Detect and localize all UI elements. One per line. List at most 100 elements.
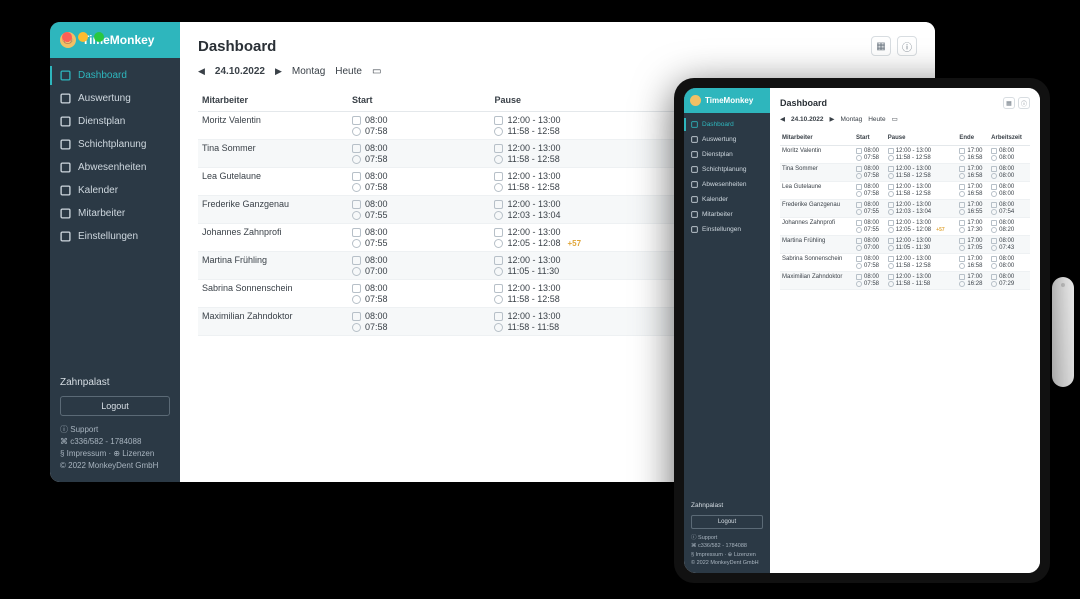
tablet-logout-button[interactable]: Logout bbox=[691, 515, 763, 529]
overtime-badge: +57 bbox=[567, 239, 581, 248]
date-display[interactable]: 24.10.2022 bbox=[215, 66, 265, 77]
tablet-help-button[interactable]: ⓘ bbox=[1018, 97, 1030, 109]
tablet-grid-button[interactable]: ▦ bbox=[1003, 97, 1015, 109]
sidebar-footer: Zahnpalast Logout ⓘ Support ⌘ c336/582 -… bbox=[50, 367, 180, 482]
plan-icon bbox=[352, 200, 361, 209]
employee-name: Martina Frühling bbox=[780, 236, 854, 254]
prev-day-button[interactable]: ◀ bbox=[198, 66, 205, 77]
plan-icon bbox=[352, 172, 361, 181]
plan-icon bbox=[959, 148, 965, 154]
clock-icon bbox=[959, 245, 965, 251]
nav-item-abwesenheiten[interactable]: Abwesenheiten bbox=[684, 177, 770, 192]
nav-item-mitarbeiter[interactable]: Mitarbeiter bbox=[684, 207, 770, 222]
nav-item-kalender[interactable]: Kalender bbox=[50, 179, 180, 202]
plan-icon bbox=[959, 238, 965, 244]
plan-icon bbox=[991, 238, 997, 244]
tablet-row[interactable]: Martina Frühling08:0007:0012:00 - 13:001… bbox=[780, 236, 1030, 254]
tablet-row[interactable]: Frederike Ganzgenau08:0007:5512:00 - 13:… bbox=[780, 200, 1030, 218]
grid-view-button[interactable]: ▦ bbox=[871, 36, 891, 56]
abwesenheiten-icon bbox=[691, 181, 698, 188]
clock-icon bbox=[494, 295, 503, 304]
calendar-icon[interactable]: ▭ bbox=[372, 66, 381, 77]
plan-icon bbox=[991, 184, 997, 190]
tablet-row[interactable]: Johannes Zahnprofi08:0007:5512:00 - 13:0… bbox=[780, 218, 1030, 236]
tablet-date[interactable]: 24.10.2022 bbox=[791, 116, 824, 123]
maximize-window-icon[interactable] bbox=[94, 32, 104, 42]
tablet-next-day[interactable]: ▶ bbox=[830, 115, 835, 123]
plan-icon bbox=[856, 274, 862, 280]
tablet-version: ⌘ c336/582 - 1784088 bbox=[691, 542, 763, 550]
tablet-frame: TimeMonkey DashboardAuswertungDienstplan… bbox=[674, 78, 1050, 583]
clock-icon bbox=[991, 245, 997, 251]
dashboard-icon bbox=[60, 70, 71, 81]
today-button[interactable]: Heute bbox=[335, 66, 362, 77]
plan-icon bbox=[959, 256, 965, 262]
plan-icon bbox=[991, 166, 997, 172]
nav-item-mitarbeiter[interactable]: Mitarbeiter bbox=[50, 202, 180, 225]
clock-icon bbox=[888, 173, 894, 179]
nav-item-auswertung[interactable]: Auswertung bbox=[684, 132, 770, 147]
tablet-content: Dashboard ▦ ⓘ ◀ 24.10.2022 ▶ Montag Heut… bbox=[770, 88, 1040, 573]
tablet-calendar-icon[interactable]: ▭ bbox=[892, 115, 898, 123]
clock-icon bbox=[888, 281, 894, 287]
plan-icon bbox=[352, 312, 361, 321]
close-window-icon[interactable] bbox=[62, 32, 72, 42]
clock-icon bbox=[494, 155, 503, 164]
help-button[interactable]: ⓘ bbox=[897, 36, 917, 56]
nav-item-einstellungen[interactable]: Einstellungen bbox=[50, 225, 180, 248]
plan-icon bbox=[494, 144, 503, 153]
logout-button[interactable]: Logout bbox=[60, 396, 170, 416]
plan-icon bbox=[494, 284, 503, 293]
tablet-prev-day[interactable]: ◀ bbox=[780, 115, 785, 123]
plan-icon bbox=[888, 274, 894, 280]
nav-item-einstellungen[interactable]: Einstellungen bbox=[684, 222, 770, 237]
nav-item-auswertung[interactable]: Auswertung bbox=[50, 87, 180, 110]
employee-name: Frederike Ganzgenau bbox=[198, 196, 348, 224]
clock-icon bbox=[352, 267, 361, 276]
clock-icon bbox=[352, 239, 361, 248]
nav-item-kalender[interactable]: Kalender bbox=[684, 192, 770, 207]
legal-links[interactable]: § Impressum · ⊕ Lizenzen bbox=[60, 448, 170, 460]
plan-icon bbox=[856, 202, 862, 208]
tablet-brand: TimeMonkey bbox=[684, 88, 770, 113]
plan-icon bbox=[494, 200, 503, 209]
tablet-row[interactable]: Tina Sommer08:0007:5812:00 - 13:0011:58 … bbox=[780, 164, 1030, 182]
nav-item-schichtplanung[interactable]: Schichtplanung bbox=[50, 133, 180, 156]
nav-item-schichtplanung[interactable]: Schichtplanung bbox=[684, 162, 770, 177]
employee-name: Tina Sommer bbox=[198, 140, 348, 168]
tablet-today[interactable]: Heute bbox=[868, 116, 885, 123]
tablet-row[interactable]: Moritz Valentin08:0007:5812:00 - 13:0011… bbox=[780, 146, 1030, 164]
nav-item-dashboard[interactable]: Dashboard bbox=[50, 64, 180, 87]
tablet-legal[interactable]: § Impressum · ⊕ Lizenzen bbox=[691, 551, 763, 559]
tablet-row[interactable]: Maximilian Zahndoktor08:0007:5812:00 - 1… bbox=[780, 272, 1030, 290]
clock-icon bbox=[494, 267, 503, 276]
nav-item-abwesenheiten[interactable]: Abwesenheiten bbox=[50, 156, 180, 179]
next-day-button[interactable]: ▶ bbox=[275, 66, 282, 77]
clock-icon bbox=[494, 127, 503, 136]
plan-icon bbox=[991, 220, 997, 226]
employee-name: Johannes Zahnprofi bbox=[198, 224, 348, 252]
einstellungen-icon bbox=[691, 226, 698, 233]
clock-icon bbox=[856, 263, 862, 269]
tablet-page-title: Dashboard bbox=[780, 98, 827, 108]
support-link[interactable]: ⓘ Support bbox=[60, 424, 170, 436]
nav-item-dashboard[interactable]: Dashboard bbox=[684, 117, 770, 132]
kalender-icon bbox=[60, 185, 71, 196]
col-start: Start bbox=[348, 89, 490, 112]
nav-item-dienstplan[interactable]: Dienstplan bbox=[684, 147, 770, 162]
abwesenheiten-icon bbox=[60, 162, 71, 173]
minimize-window-icon[interactable] bbox=[78, 32, 88, 42]
employee-name: Maximilian Zahndoktor bbox=[198, 308, 348, 336]
clock-icon bbox=[856, 245, 862, 251]
plan-icon bbox=[856, 184, 862, 190]
clock-icon bbox=[494, 323, 503, 332]
org-name: Zahnpalast bbox=[60, 375, 170, 390]
plan-icon bbox=[352, 144, 361, 153]
tablet-row[interactable]: Lea Gutelaune08:0007:5812:00 - 13:0011:5… bbox=[780, 182, 1030, 200]
clock-icon bbox=[959, 209, 965, 215]
tablet-row[interactable]: Sabrina Sonnenschein08:0007:5812:00 - 13… bbox=[780, 254, 1030, 272]
nav-item-dienstplan[interactable]: Dienstplan bbox=[50, 110, 180, 133]
plan-icon bbox=[888, 166, 894, 172]
employee-name: Moritz Valentin bbox=[198, 112, 348, 140]
tablet-support-link[interactable]: ⓘ Support bbox=[691, 534, 763, 542]
